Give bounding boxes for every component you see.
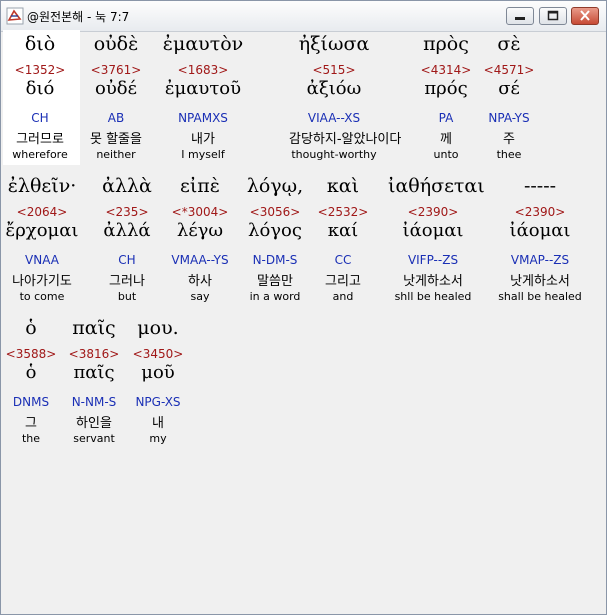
english-gloss: neither <box>96 148 136 161</box>
parse-code: VNAA <box>25 253 59 267</box>
app-logo-icon <box>6 7 24 25</box>
strong-number: <515> <box>312 63 356 77</box>
english-gloss: to come <box>19 290 65 303</box>
greek-word: ----- <box>523 175 557 197</box>
english-gloss: shall be healed <box>498 290 582 303</box>
lemma-word: σέ <box>498 78 520 99</box>
maximize-button[interactable] <box>539 7 567 25</box>
word-column[interactable]: ἐμαυτὸν <1683> ἐμαυτοῦ NPAMXS 내가 I myself <box>158 30 248 165</box>
close-icon <box>580 10 590 21</box>
lemma-word: ἰάομαι <box>509 220 571 241</box>
parse-code: VIAA--XS <box>307 111 361 125</box>
word-column[interactable]: ἠξίωσα <515> ἀξιόω VIAA--XS 감당하지-알았나이다 though… <box>289 30 402 165</box>
parse-code: NPA-YS <box>488 111 530 125</box>
strong-number: <2532> <box>317 205 369 219</box>
greek-word: ἠξίωσα <box>298 33 370 55</box>
parse-code: AB <box>107 111 125 125</box>
korean-gloss: 그리고 <box>325 274 361 289</box>
english-gloss: thee <box>496 148 522 161</box>
minimize-button[interactable] <box>506 7 534 25</box>
greek-word: σὲ <box>497 33 521 55</box>
minimize-icon <box>515 17 525 20</box>
word-column[interactable]: μου. <3450> μοῦ NPG-XS 내 my <box>113 314 203 449</box>
lemma-word: μοῦ <box>141 362 175 383</box>
word-column[interactable]: ----- <2390> ἰάομαι VMAP--ZS 낫게하소서 shall be h… <box>495 172 585 307</box>
greek-word: καὶ <box>326 175 360 197</box>
parse-code: VIFP--ZS <box>407 253 459 267</box>
korean-gloss: 내 <box>152 416 164 431</box>
close-button[interactable] <box>571 7 599 25</box>
lemma-word: καί <box>327 220 359 241</box>
strong-number: <3450> <box>132 347 184 361</box>
parse-code: VMAP--ZS <box>510 253 570 267</box>
greek-word: ἐλθεῖν· <box>7 175 77 197</box>
lemma-word: ἐμαυτοῦ <box>164 78 242 99</box>
greek-word: μου. <box>137 317 179 339</box>
lemma-word: οὐδέ <box>95 78 137 99</box>
strong-number: <3761> <box>90 63 142 77</box>
word-column[interactable]: σὲ <4571> σέ NPA-YS 주 thee <box>464 30 554 165</box>
korean-gloss: 낫게하소서 <box>510 274 570 289</box>
word-column[interactable]: ἰαθήσεται <2390> ἰάομαι VIFP--ZS 낫게하소서 shll b… <box>388 172 485 307</box>
greek-word: ἰαθήσεται <box>388 175 485 197</box>
english-gloss: my <box>149 432 167 445</box>
strong-number: <2064> <box>16 205 68 219</box>
parse-code: CC <box>334 253 352 267</box>
word-column[interactable]: ἐλθεῖν· <2064> ἔρχομαι VNAA 나아가기도 to come <box>0 172 87 307</box>
strong-number: <2390> <box>407 205 459 219</box>
title-bar[interactable]: @원전본해 - 눅 7:7 <box>1 1 606 32</box>
korean-gloss: 내가 <box>191 132 215 147</box>
parse-code: NPG-XS <box>135 395 181 409</box>
korean-gloss: 못 할줄을 <box>90 132 142 147</box>
maximize-icon <box>547 10 559 21</box>
lemma-word: ἔρχομαι <box>5 220 79 241</box>
korean-gloss: 주 <box>503 132 515 147</box>
english-gloss: and <box>332 290 354 303</box>
strong-number: <1683> <box>177 63 229 77</box>
korean-gloss: 감당하지-알았나이다 <box>289 132 402 147</box>
english-gloss: I myself <box>181 148 225 161</box>
word-column[interactable]: οὐδὲ <3761> οὐδέ AB 못 할줄을 neither <box>71 30 161 165</box>
greek-word: οὐδὲ <box>93 33 139 55</box>
strong-number: <2390> <box>514 205 566 219</box>
word-column[interactable]: καὶ <2532> καί CC 그리고 and <box>298 172 388 307</box>
strong-number: <4571> <box>483 63 535 77</box>
english-gloss: thought-worthy <box>291 148 377 161</box>
lemma-word: ἀξιόω <box>306 78 362 99</box>
window-title: @원전본해 - 눅 7:7 <box>27 10 130 24</box>
lemma-word: ἰάομαι <box>402 220 464 241</box>
korean-gloss: 낫게하소서 <box>403 274 463 289</box>
korean-gloss: 나아가기도 <box>12 274 72 289</box>
greek-word: ἐμαυτὸν <box>162 33 244 55</box>
english-gloss: shll be healed <box>394 290 472 303</box>
parse-code: NPAMXS <box>178 111 228 125</box>
